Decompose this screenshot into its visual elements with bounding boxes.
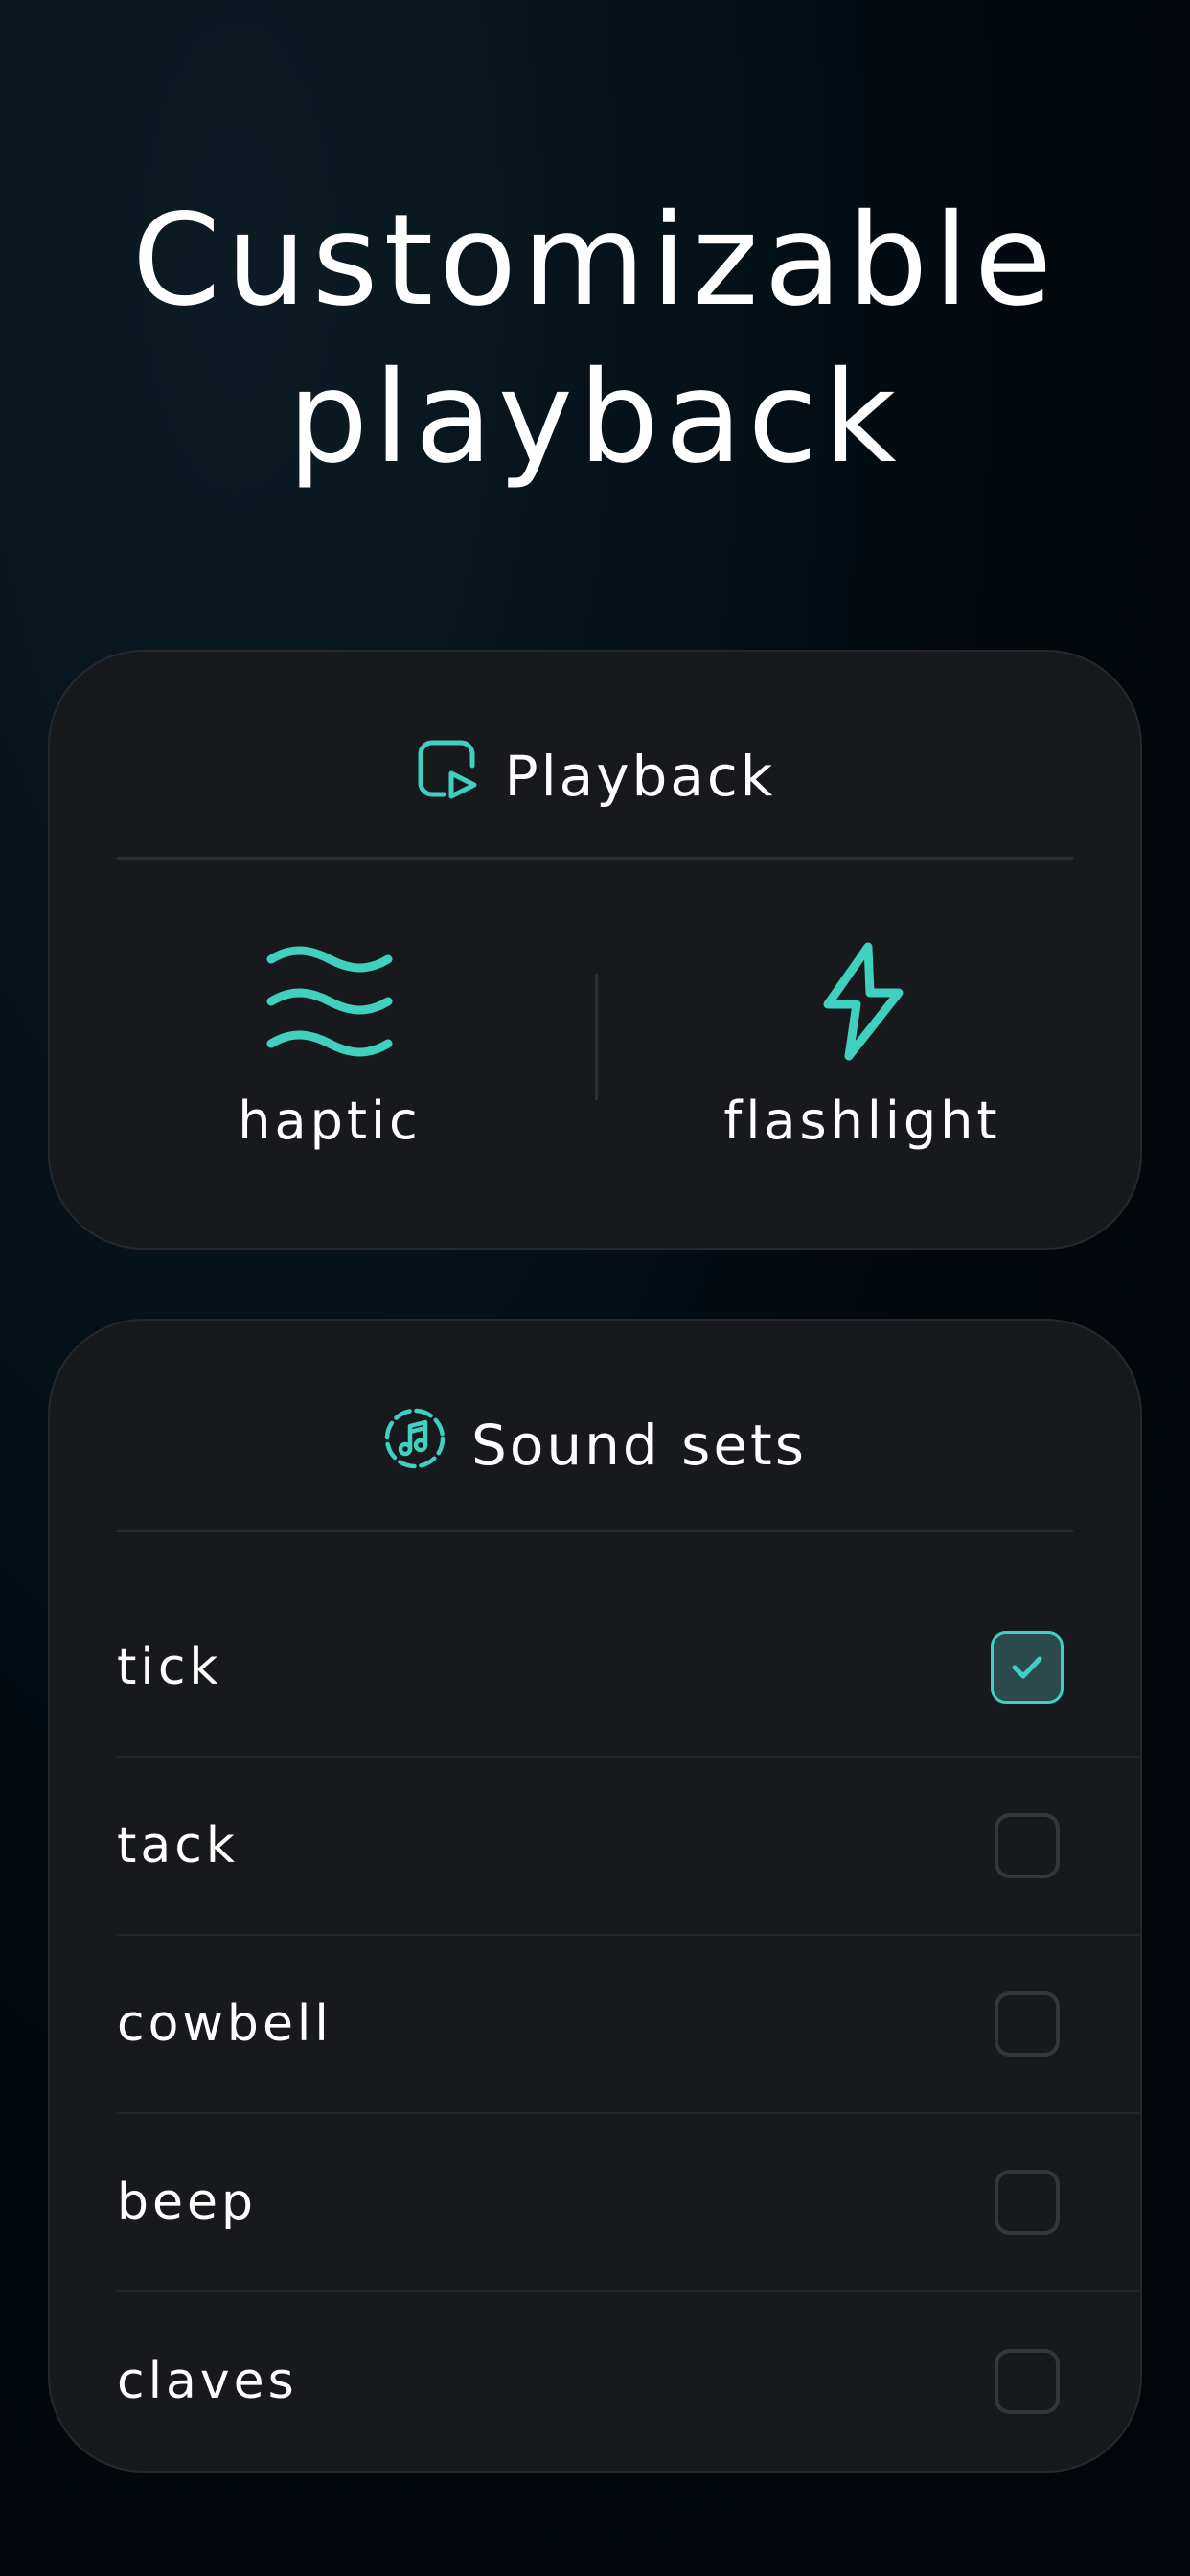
sound-set-label: tick xyxy=(117,1639,222,1696)
haptic-option[interactable]: haptic xyxy=(138,939,521,1151)
playback-card-title: Playback xyxy=(504,744,776,809)
playback-icon xyxy=(415,737,480,816)
sound-set-row-tick[interactable]: tick xyxy=(117,1579,1140,1758)
page-title: Customizable playback xyxy=(0,182,1190,496)
sound-set-label: tack xyxy=(117,1817,239,1874)
checkbox[interactable] xyxy=(995,1813,1060,1878)
checkbox[interactable] xyxy=(995,2170,1060,2235)
checkbox-checked[interactable] xyxy=(991,1631,1064,1704)
bolt-icon xyxy=(671,939,1054,1064)
haptic-label: haptic xyxy=(238,1091,422,1151)
title-line-1: Customizable xyxy=(131,187,1059,334)
flashlight-label: flashlight xyxy=(723,1091,1001,1151)
checkbox[interactable] xyxy=(995,1991,1060,2057)
sound-sets-header: Sound sets xyxy=(50,1407,1140,1484)
sound-set-label: beep xyxy=(117,2174,257,2231)
sound-set-row-beep[interactable]: beep xyxy=(117,2114,1140,2292)
playback-card: Playback haptic flashlight xyxy=(48,650,1142,1250)
title-line-2: playback xyxy=(287,344,903,492)
sound-sets-card: Sound sets tick tack cowbell beep claves xyxy=(48,1319,1142,2472)
sound-set-row-cowbell[interactable]: cowbell xyxy=(117,1936,1140,2114)
flashlight-option[interactable]: flashlight xyxy=(671,939,1054,1151)
waves-icon xyxy=(138,939,521,1064)
sound-set-row-claves[interactable]: claves xyxy=(117,2292,1140,2471)
music-note-icon xyxy=(383,1407,446,1484)
divider xyxy=(117,857,1073,860)
divider xyxy=(117,1530,1073,1532)
checkmark-icon xyxy=(1012,1656,1042,1679)
checkbox[interactable] xyxy=(995,2349,1060,2414)
vertical-divider xyxy=(595,974,598,1100)
sound-set-row-tack[interactable]: tack xyxy=(117,1758,1140,1936)
sound-set-label: claves xyxy=(117,2353,298,2410)
sound-sets-title: Sound sets xyxy=(471,1413,807,1478)
playback-card-header: Playback xyxy=(50,738,1140,815)
sound-set-label: cowbell xyxy=(117,1995,332,2053)
